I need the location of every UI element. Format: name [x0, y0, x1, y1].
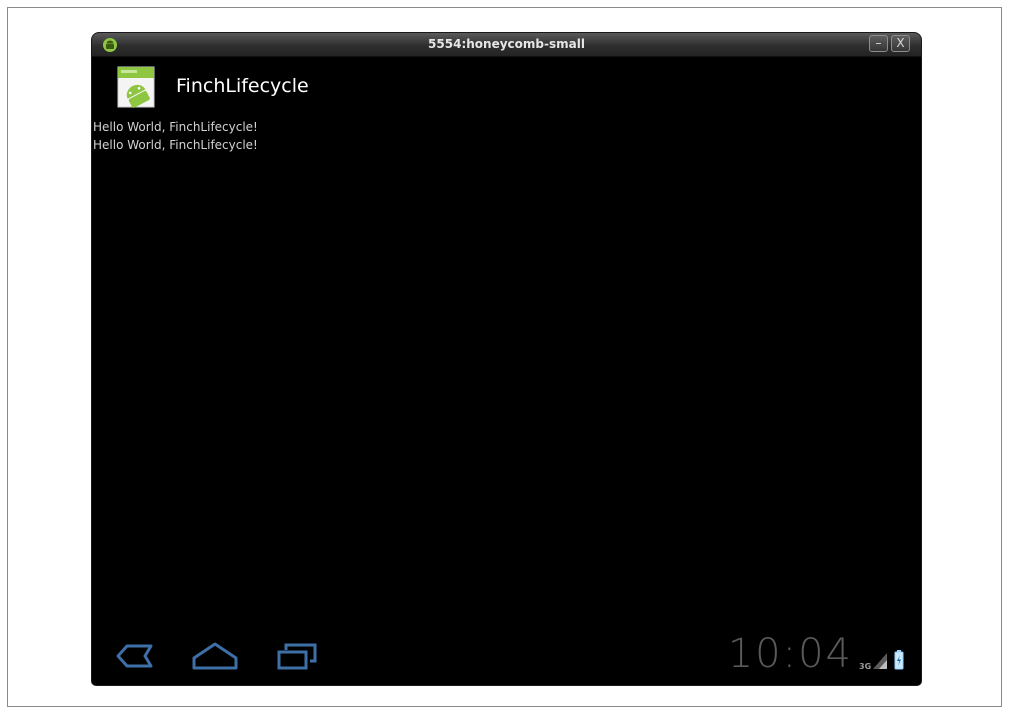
battery-icon — [894, 650, 904, 670]
hello-text-1: Hello World, FinchLifecycle! — [93, 120, 258, 134]
network-type-label: 3G — [859, 662, 871, 671]
system-bar: 10:04 3G — [92, 631, 921, 685]
signal-icon — [873, 653, 887, 669]
home-icon[interactable] — [190, 641, 240, 671]
minimize-button[interactable]: – — [869, 35, 888, 52]
recent-apps-icon[interactable] — [275, 641, 319, 671]
window-title: 5554:honeycomb-small — [428, 37, 585, 51]
back-icon[interactable] — [114, 641, 154, 671]
app-title: FinchLifecycle — [176, 75, 309, 97]
status-icons[interactable]: 3G — [859, 649, 909, 671]
app-launcher-icon — [117, 66, 155, 108]
title-bar[interactable]: 5554:honeycomb-small – X — [92, 33, 921, 57]
emulator-window: 5554:honeycomb-small – X FinchLifecycle … — [92, 33, 921, 685]
close-button[interactable]: X — [891, 35, 910, 52]
hello-text-2: Hello World, FinchLifecycle! — [93, 138, 258, 152]
status-clock[interactable]: 10:04 — [728, 631, 853, 677]
